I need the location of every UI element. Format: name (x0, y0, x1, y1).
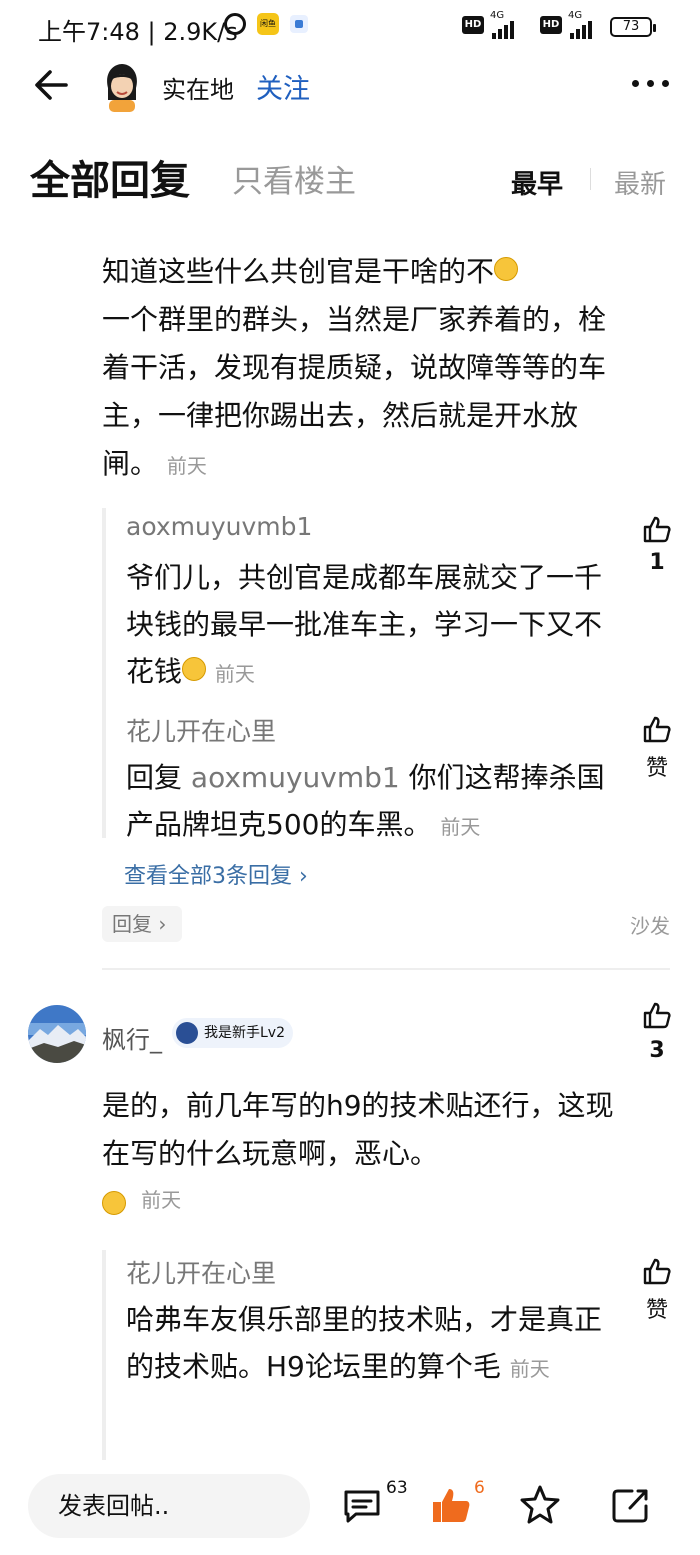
back-arrow-icon[interactable] (30, 64, 72, 106)
sort-earliest[interactable]: 最早 (511, 164, 563, 201)
comment-time: 前天 (166, 454, 207, 478)
like-label: 赞 (645, 1298, 668, 1323)
signal-icon: HD 4G (462, 10, 532, 39)
reply-text: 爷们儿，共创官是成都车展就交了一千块钱的最早一批准车主，学习一下又不花钱 前天 (126, 561, 603, 688)
badge-icon (176, 1022, 198, 1044)
smile-emoji-icon (494, 257, 519, 281)
more-icon[interactable] (630, 80, 672, 90)
view-all-replies-link[interactable]: 查看全部3条回复 › (124, 858, 308, 890)
bottom-bar: 发表回帖.. 63 6 (0, 1460, 700, 1555)
nav-title[interactable]: 实在地 (162, 70, 234, 105)
like-count: 1 (649, 550, 665, 575)
tab-all-replies[interactable]: 全部回复 (30, 148, 190, 206)
dizzy-emoji-icon (102, 1190, 126, 1215)
reply-author[interactable]: aoxmuyuvmb1 (126, 512, 312, 541)
like-total: 6 (474, 1478, 485, 1498)
share-icon[interactable] (610, 1486, 650, 1524)
reply-text: 哈弗车友俱乐部里的技术贴，才是真正的技术贴。H9论坛里的算个毛 前天 (126, 1303, 603, 1383)
alarm-icon (224, 13, 246, 35)
reply-author[interactable]: 花儿开在心里 (126, 712, 276, 748)
reply-author[interactable]: 花儿开在心里 (126, 1254, 276, 1290)
smirk-emoji-icon (182, 657, 207, 681)
comment-text: 知道这些什么共创官是干啥的不 一个群里的群头，当然是厂家养着的，栓着干活，发现有… (102, 255, 607, 480)
like-count: 3 (649, 1038, 665, 1063)
avatar[interactable] (102, 62, 142, 112)
thumbs-up-icon[interactable] (642, 1000, 672, 1030)
status-bar: 上午7:48 | 2.9K/s 闲鱼 HD 4G HD 4G 73 (0, 0, 700, 52)
comment-meta: 前天 (102, 1184, 181, 1215)
like-icon[interactable] (430, 1484, 472, 1526)
like-label: 赞 (645, 756, 668, 781)
follow-button[interactable]: 关注 (256, 67, 310, 106)
comment-text: 是的，前几年写的h9的技术贴还行，这现在写的什么玩意啊，恶心。 (102, 1089, 614, 1170)
comment-icon[interactable] (342, 1486, 382, 1524)
star-icon[interactable] (520, 1484, 560, 1524)
app-notification-icon-2 (290, 15, 308, 33)
reply-button[interactable]: 回复 › (102, 906, 182, 942)
floor-label: 沙发 (630, 914, 670, 938)
mention-link[interactable]: aoxmuyuvmb1 (191, 761, 400, 794)
comment-author[interactable]: 枫行_ (102, 1020, 162, 1055)
app-notification-icon: 闲鱼 (257, 13, 279, 35)
level-badge: 我是新手Lv2 (172, 1018, 293, 1048)
post-reply-input[interactable]: 发表回帖.. (28, 1474, 310, 1538)
reply-text: 回复 aoxmuyuvmb1 你们这帮捧杀国产品牌坦克500的车黑。 前天 (126, 761, 605, 841)
sort-divider (590, 168, 591, 190)
tab-op-only[interactable]: 只看楼主 (232, 156, 356, 201)
thumbs-up-icon[interactable] (642, 1256, 672, 1286)
avatar[interactable] (28, 1005, 86, 1063)
sort-latest[interactable]: 最新 (614, 164, 666, 201)
thumbs-up-icon[interactable] (642, 714, 672, 744)
status-time: 上午7:48 | 2.9K/s (38, 18, 238, 46)
sub-replies: aoxmuyuvmb1 爷们儿，共创官是成都车展就交了一千块钱的最早一批准车主，… (102, 508, 622, 841)
divider (102, 968, 670, 970)
thumbs-up-icon[interactable] (642, 514, 672, 544)
reply-tabs: 全部回复 只看楼主 最早 最新 (0, 140, 700, 210)
signal-icon-2: HD 4G (540, 10, 610, 39)
sub-replies: 花儿开在心里 哈弗车友俱乐部里的技术贴，才是真正的技术贴。H9论坛里的算个毛 前… (102, 1250, 622, 1460)
comment-count: 63 (386, 1478, 408, 1498)
nav-bar: 实在地 关注 (0, 52, 700, 122)
battery-icon: 73 (610, 17, 656, 37)
